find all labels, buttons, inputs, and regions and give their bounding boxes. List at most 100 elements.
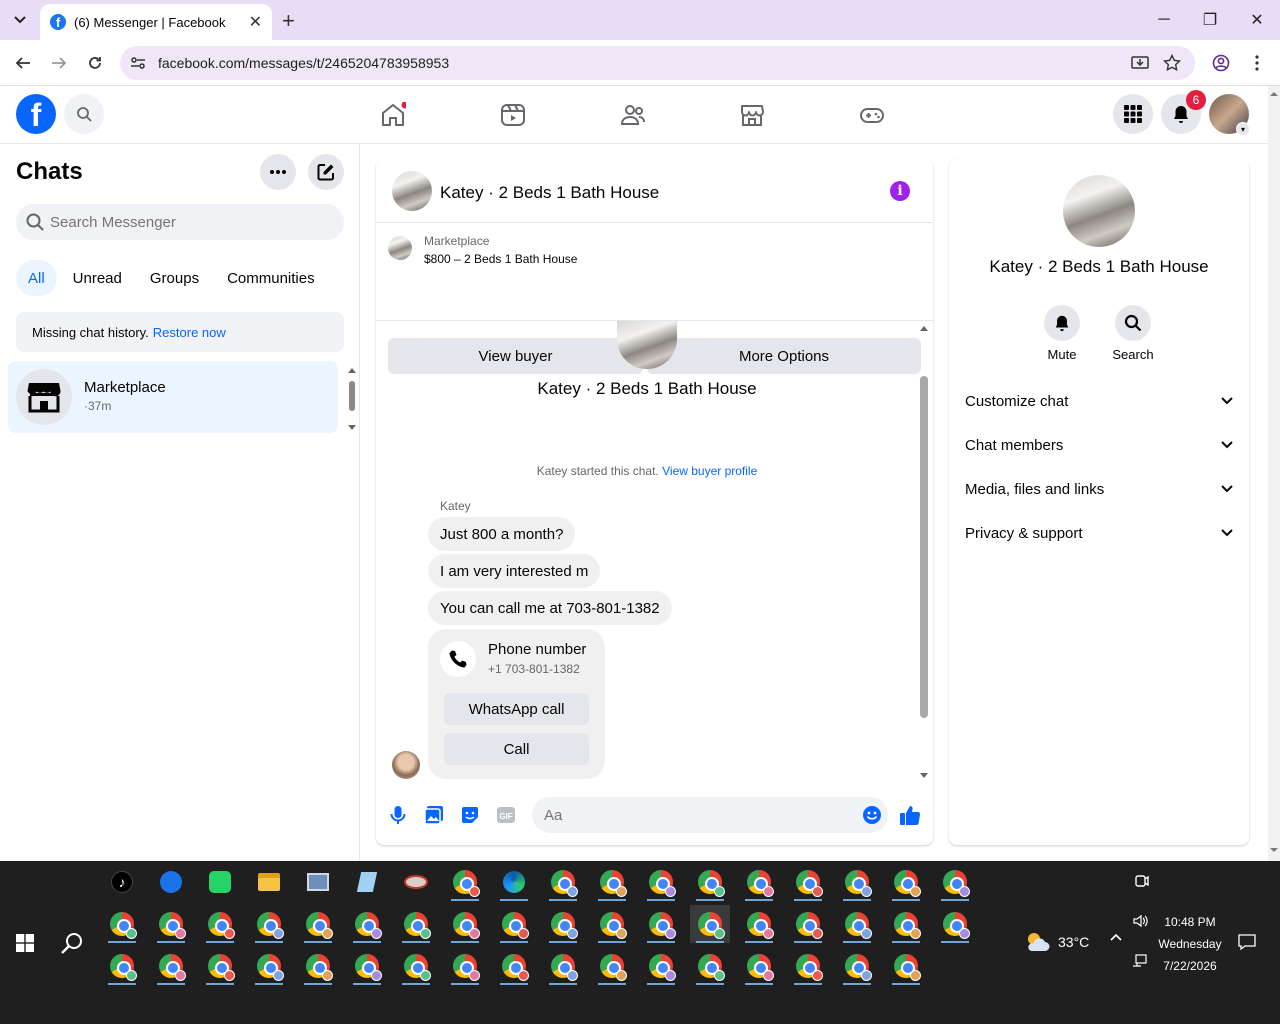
back-button[interactable] — [11, 51, 35, 75]
chrome-taskbar-icon[interactable] — [690, 947, 730, 985]
chats-options-button[interactable] — [260, 154, 296, 190]
menu-grid-button[interactable] — [1113, 94, 1153, 134]
restore-button[interactable]: ❐ — [1198, 8, 1222, 32]
account-chevron-icon[interactable]: ▾ — [1236, 122, 1250, 136]
volume-icon[interactable] — [1132, 913, 1148, 929]
sticker-icon[interactable] — [458, 803, 482, 827]
chrome-taskbar-icon[interactable] — [690, 863, 730, 901]
chrome-taskbar-icon[interactable] — [837, 947, 877, 985]
filter-communities[interactable]: Communities — [215, 260, 327, 296]
chrome-taskbar-icon[interactable] — [445, 947, 485, 985]
chrome-taskbar-icon[interactable] — [543, 905, 583, 943]
chrome-taskbar-icon[interactable] — [788, 863, 828, 901]
tray-chevron-up-icon[interactable] — [1110, 933, 1122, 941]
filter-groups[interactable]: Groups — [138, 260, 211, 296]
chrome-taskbar-icon[interactable] — [641, 947, 681, 985]
taskbar-search-button[interactable] — [60, 931, 84, 955]
reload-button[interactable] — [83, 51, 107, 75]
chrome-taskbar-icon[interactable] — [739, 863, 779, 901]
chrome-taskbar-icon[interactable] — [543, 863, 583, 901]
chrome-taskbar-icon[interactable] — [298, 947, 338, 985]
network-icon[interactable] — [1132, 953, 1148, 969]
paint-taskbar-icon[interactable] — [396, 863, 436, 901]
browser-menu-button[interactable] — [1245, 51, 1269, 75]
privacy-support-section[interactable]: Privacy & support — [965, 513, 1233, 553]
listing-title[interactable]: $800 – 2 Beds 1 Bath House — [424, 252, 577, 266]
tiktok-taskbar-icon[interactable]: ♪ — [102, 863, 142, 901]
chrome-taskbar-icon[interactable] — [249, 905, 289, 943]
chrome-taskbar-icon[interactable] — [886, 947, 926, 985]
emoji-icon[interactable] — [862, 805, 882, 825]
thread-scrollbar[interactable] — [917, 321, 931, 783]
conversation-avatar[interactable] — [392, 171, 432, 211]
chrome-taskbar-icon[interactable] — [935, 863, 975, 901]
filter-unread[interactable]: Unread — [61, 260, 134, 296]
chrome-taskbar-icon[interactable] — [200, 947, 240, 985]
whatsapp-taskbar-icon[interactable] — [200, 863, 240, 901]
nav-home[interactable] — [378, 100, 408, 130]
edge-taskbar-icon[interactable] — [494, 863, 534, 901]
meet-now-icon[interactable] — [1134, 873, 1150, 889]
chrome-taskbar-icon[interactable] — [739, 947, 779, 985]
chrome-taskbar-icon[interactable] — [347, 905, 387, 943]
chrome-taskbar-icon[interactable] — [837, 863, 877, 901]
url-text[interactable]: facebook.com/messages/t/2465204783958953 — [158, 55, 449, 71]
windows-start-button[interactable] — [16, 934, 34, 952]
message-bubble[interactable]: I am very interested m — [428, 554, 601, 588]
nav-video[interactable] — [498, 100, 528, 130]
chrome-taskbar-icon[interactable] — [200, 905, 240, 943]
minimize-button[interactable]: ─ — [1152, 8, 1176, 32]
search-icon[interactable] — [1115, 305, 1151, 341]
chrome-taskbar-icon[interactable] — [788, 947, 828, 985]
chrome-taskbar-icon[interactable] — [739, 905, 779, 943]
mute-action[interactable]: Mute — [1032, 305, 1092, 362]
voice-clip-icon[interactable] — [386, 803, 410, 827]
facebook-logo[interactable]: f — [16, 94, 56, 134]
chrome-taskbar-icon[interactable] — [592, 863, 632, 901]
facebook-search-button[interactable] — [64, 94, 104, 134]
chrome-taskbar-icon[interactable] — [102, 947, 142, 985]
chrome-taskbar-icon[interactable] — [641, 905, 681, 943]
tab-search-button[interactable] — [8, 8, 32, 32]
thread-scrollbar-thumb[interactable] — [920, 376, 928, 718]
nav-gaming[interactable] — [857, 100, 887, 130]
restore-now-link[interactable]: Restore now — [153, 325, 226, 340]
messenger-search[interactable] — [16, 204, 344, 240]
attach-photo-icon[interactable] — [422, 803, 446, 827]
chrome-taskbar-icon[interactable] — [886, 905, 926, 943]
chrome-taskbar-icon[interactable] — [837, 905, 877, 943]
sidebar-scrollbar[interactable] — [347, 366, 357, 432]
explorer-taskbar-icon[interactable] — [249, 863, 289, 901]
messenger-search-input[interactable] — [50, 213, 320, 231]
weather-widget[interactable]: 33°C — [1024, 931, 1089, 953]
forward-button[interactable] — [47, 51, 71, 75]
like-thumbs-up-icon[interactable] — [898, 803, 922, 827]
chrome-taskbar-icon[interactable] — [347, 947, 387, 985]
bell-icon[interactable] — [1044, 305, 1080, 341]
chrome-taskbar-icon[interactable] — [641, 863, 681, 901]
chrome-taskbar-icon[interactable] — [298, 905, 338, 943]
install-app-icon[interactable] — [1131, 54, 1149, 72]
new-tab-button[interactable]: + — [282, 8, 295, 34]
message-input[interactable] — [544, 806, 844, 824]
conversation-title[interactable]: Katey · 2 Beds 1 Bath House — [440, 183, 659, 203]
nav-friends[interactable] — [618, 100, 648, 130]
chrome-taskbar-icon[interactable] — [592, 947, 632, 985]
browser-tab[interactable]: f (6) Messenger | Facebook ✕ — [40, 4, 272, 40]
message-bubble[interactable]: You can call me at 703-801-1382 — [428, 591, 672, 625]
details-avatar[interactable] — [1063, 175, 1135, 247]
chrome-taskbar-icon[interactable] — [396, 947, 436, 985]
nav-marketplace[interactable] — [737, 100, 767, 130]
message-bubble[interactable]: Just 800 a month? — [428, 517, 576, 551]
chrome-taskbar-icon[interactable] — [788, 905, 828, 943]
info-icon[interactable]: i — [890, 181, 910, 201]
notepad-taskbar-icon[interactable] — [347, 863, 387, 901]
customize-chat-section[interactable]: Customize chat — [965, 381, 1233, 421]
gif-icon[interactable]: GIF — [494, 803, 518, 827]
search-action[interactable]: Search — [1103, 305, 1163, 362]
chrome-taskbar-icon[interactable] — [151, 947, 191, 985]
taskbar-clock[interactable]: 10:48 PM Wednesday 7/22/2026 — [1150, 911, 1230, 977]
chrome-taskbar-icon[interactable] — [396, 905, 436, 943]
notification-center-icon[interactable] — [1238, 933, 1256, 951]
chrome-taskbar-icon[interactable] — [102, 905, 142, 943]
